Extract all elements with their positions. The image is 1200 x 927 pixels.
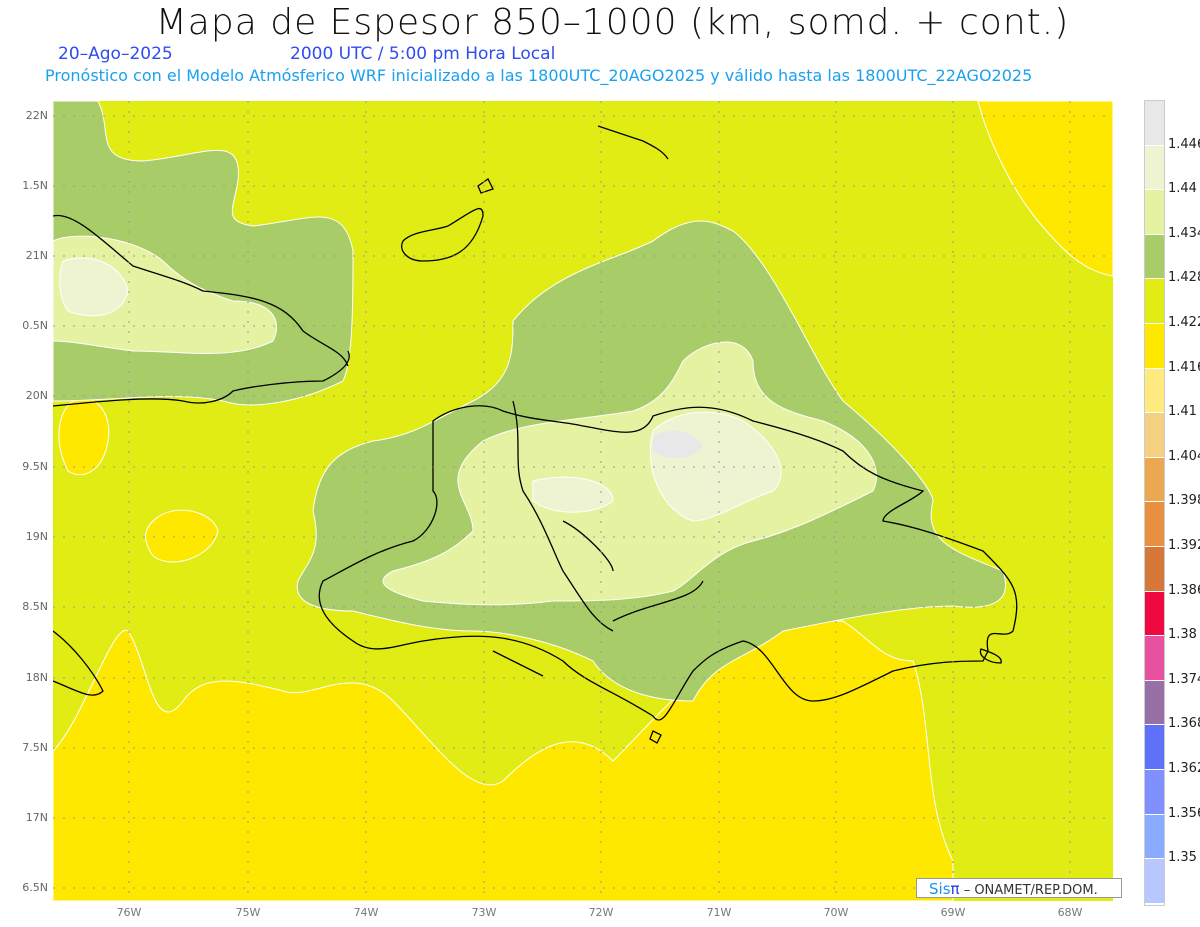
lon-label: 68W [1057,906,1083,919]
colorbar-segment [1145,769,1164,815]
lat-label: 0.5N [22,319,48,332]
lat-label: 20N [25,389,48,402]
colorbar-label: 1.362 [1168,761,1200,776]
colorbar-label: 1.44 [1168,181,1197,197]
lon-label: 71W [706,906,732,919]
colorbar-label: 1.404 [1168,448,1200,464]
lon-label: 76W [116,906,142,919]
lon-label: 69W [940,906,966,919]
colorbar-segment [1145,145,1164,191]
lat-label: 6.5N [22,881,48,894]
pi-logo: π [950,880,960,898]
colorbar-segment [1145,680,1164,726]
organization-text: – ONAMET/REP.DOM. [963,883,1098,898]
colorbar [1144,100,1165,906]
lon-label: 75W [235,906,261,919]
colorbar-segment [1145,814,1164,860]
colorbar-label: 1.374 [1168,671,1200,687]
time-label: 2000 UTC / 5:00 pm Hora Local [290,44,556,64]
lat-label: 21N [25,249,48,262]
colorbar-segment [1145,859,1164,904]
colorbar-label: 1.428 [1168,270,1200,286]
colorbar-segment [1145,636,1164,681]
colorbar-label: 1.416 [1168,359,1200,375]
colorbar-label: 1.434 [1168,225,1200,241]
lon-label: 74W [353,906,379,919]
colorbar-segment [1145,101,1164,146]
lat-label: 18N [25,671,48,684]
date-label: 20–Ago–2025 [58,44,173,64]
colorbar-label: 1.38 [1168,627,1197,643]
colorbar-segment [1145,457,1164,503]
colorbar-segment [1145,368,1164,414]
colorbar-label: 1.422 [1168,315,1200,330]
forecast-info: Pronóstico con el Modelo Atmósferico WRF… [45,66,1033,85]
lat-label: 7.5N [22,741,48,754]
colorbar-label: 1.446 [1168,136,1200,152]
colorbar-label: 1.41 [1168,404,1197,420]
colorbar-segment [1145,413,1164,458]
colorbar-label: 1.398 [1168,493,1200,509]
colorbar-label: 1.386 [1168,582,1200,598]
colorbar-label: 1.35 [1168,850,1197,866]
credit-box: Sisπ – ONAMET/REP.DOM. [916,878,1122,898]
lat-label: 9.5N [22,460,48,473]
lon-label: 73W [471,906,497,919]
map-title: Mapa de Espesor 850–1000 (km, somd. + co… [155,2,1070,43]
colorbar-segment [1145,725,1164,770]
colorbar-label: 1.356 [1168,805,1200,821]
lat-label: 1.5N [22,179,48,192]
thickness-map [53,101,1113,901]
colorbar-label: 1.392 [1168,538,1200,553]
lat-label: 8.5N [22,600,48,613]
colorbar-segment [1145,502,1164,547]
colorbar-segment [1145,546,1164,592]
colorbar-segment [1145,190,1164,235]
colorbar-segment [1145,323,1164,369]
colorbar-label: 1.368 [1168,716,1200,732]
lat-label: 22N [25,109,48,122]
lat-label: 17N [25,811,48,824]
lon-label: 70W [823,906,849,919]
colorbar-segment [1145,279,1164,324]
lon-label: 72W [588,906,614,919]
brand-text: Sis [929,880,951,898]
lat-label: 19N [25,530,48,543]
colorbar-segment [1145,234,1164,280]
colorbar-segment [1145,591,1164,637]
